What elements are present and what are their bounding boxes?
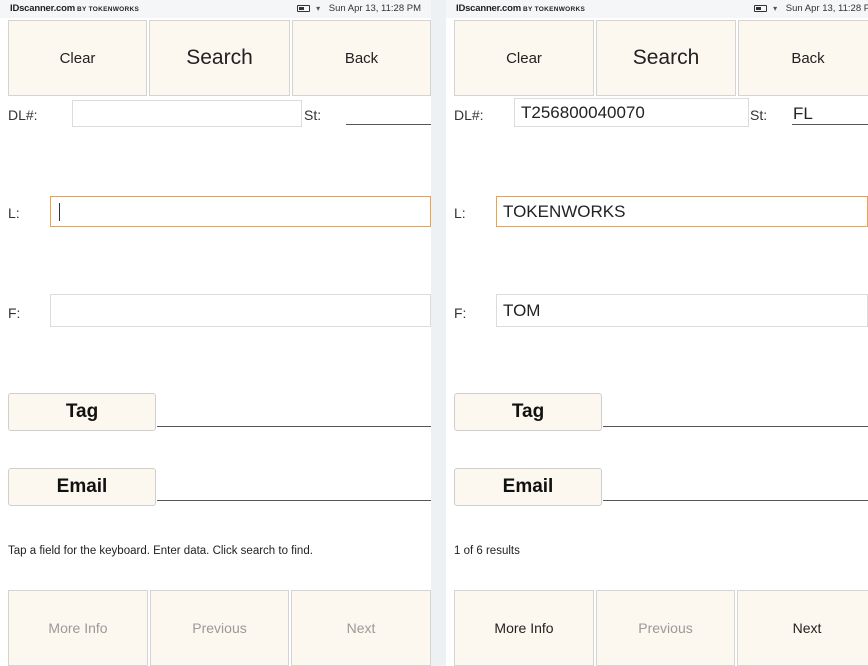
state-label: St: bbox=[304, 107, 322, 123]
text-cursor bbox=[59, 202, 60, 221]
tag-button[interactable]: Tag bbox=[8, 393, 156, 431]
last-name-label: L: bbox=[8, 205, 20, 221]
previous-button[interactable]: Previous bbox=[596, 590, 735, 666]
clear-button[interactable]: Clear bbox=[454, 20, 594, 96]
datetime: Sun Apr 13, 11:28 PM bbox=[785, 3, 868, 14]
tag-field[interactable] bbox=[157, 426, 431, 427]
next-button[interactable]: Next bbox=[291, 590, 431, 666]
right-screen: IDscanner.com BY TOKENWORKS ▾ Sun Apr 13,… bbox=[446, 0, 868, 666]
more-info-button[interactable]: More Info bbox=[8, 590, 148, 666]
previous-button[interactable]: Previous bbox=[150, 590, 289, 666]
datetime: Sun Apr 13, 11:28 PM bbox=[328, 3, 421, 14]
status-indicators: ▾ Sun Apr 13, 11:28 PM bbox=[754, 3, 868, 14]
status-indicators: ▾ Sun Apr 13, 11:28 PM bbox=[297, 3, 421, 14]
email-button[interactable]: Email bbox=[8, 468, 156, 506]
wifi-icon: ▾ bbox=[773, 3, 778, 13]
first-name-field[interactable] bbox=[50, 294, 431, 327]
first-name-label: F: bbox=[454, 305, 467, 321]
wifi-icon: ▾ bbox=[316, 3, 321, 13]
state-field[interactable]: FL bbox=[793, 104, 813, 124]
instruction-message: Tap a field for the keyboard. Enter data… bbox=[8, 545, 313, 557]
back-button[interactable]: Back bbox=[738, 20, 868, 96]
top-button-row: Clear Search Back bbox=[0, 20, 431, 96]
clear-button[interactable]: Clear bbox=[8, 20, 147, 96]
tag-button[interactable]: Tag bbox=[454, 393, 602, 431]
tag-field[interactable] bbox=[603, 426, 868, 427]
state-underline bbox=[792, 124, 868, 125]
dl-label: DL#: bbox=[454, 107, 484, 123]
first-name-field[interactable]: TOM bbox=[496, 294, 868, 327]
top-button-row: Clear Search Back bbox=[446, 20, 868, 96]
search-button[interactable]: Search bbox=[596, 20, 736, 96]
last-name-field[interactable] bbox=[50, 196, 431, 227]
dl-number-field[interactable] bbox=[72, 100, 302, 127]
status-bar: IDscanner.com BY TOKENWORKS ▾ Sun Apr 13,… bbox=[446, 0, 868, 18]
more-info-button[interactable]: More Info bbox=[454, 590, 594, 666]
dl-label: DL#: bbox=[8, 107, 38, 123]
last-name-field[interactable]: TOKENWORKS bbox=[496, 196, 868, 227]
bottom-button-row: More Info Previous Next bbox=[0, 590, 431, 666]
brand-logo: IDscanner.com BY TOKENWORKS bbox=[10, 3, 140, 14]
email-button[interactable]: Email bbox=[454, 468, 602, 506]
results-count: 1 of 6 results bbox=[454, 545, 520, 557]
battery-icon bbox=[754, 4, 768, 12]
search-button[interactable]: Search bbox=[149, 20, 290, 96]
last-name-label: L: bbox=[454, 205, 466, 221]
state-label: St: bbox=[750, 107, 768, 123]
next-button[interactable]: Next bbox=[737, 590, 868, 666]
battery-icon bbox=[297, 4, 311, 12]
bottom-button-row: More Info Previous Next bbox=[446, 590, 868, 666]
state-field[interactable] bbox=[346, 124, 431, 125]
left-screen: IDscanner.com BY TOKENWORKS ▾ Sun Apr 13,… bbox=[0, 0, 431, 666]
dl-number-field[interactable]: T256800040070 bbox=[514, 98, 749, 127]
email-field[interactable] bbox=[157, 500, 431, 501]
back-button[interactable]: Back bbox=[292, 20, 431, 96]
brand-logo: IDscanner.com BY TOKENWORKS bbox=[456, 3, 586, 14]
status-bar: IDscanner.com BY TOKENWORKS ▾ Sun Apr 13,… bbox=[0, 0, 431, 18]
first-name-label: F: bbox=[8, 305, 21, 321]
email-field[interactable] bbox=[603, 500, 868, 501]
